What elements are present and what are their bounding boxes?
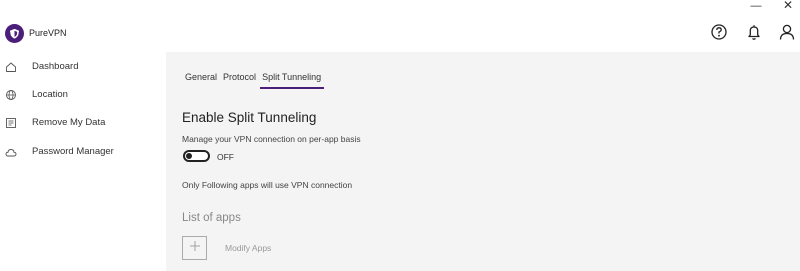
tab-split-tunneling[interactable]: Split Tunneling <box>260 72 325 90</box>
sidebar-item-label: Password Manager <box>32 145 114 157</box>
add-app-button[interactable] <box>182 236 207 260</box>
tab-protocol[interactable]: Protocol <box>223 72 256 90</box>
sidebar: Dashboard Location Remove My Data Passwo… <box>0 52 166 271</box>
toggle-knob <box>186 153 192 159</box>
sidebar-item-dashboard[interactable]: Dashboard <box>0 55 166 77</box>
app-brand: PureVPN <box>5 23 67 43</box>
home-icon <box>5 60 17 72</box>
sidebar-item-label: Remove My Data <box>32 116 106 128</box>
sidebar-item-password-manager[interactable]: Password Manager <box>0 140 166 162</box>
section-title: Enable Split Tunneling <box>182 110 317 125</box>
minimize-button[interactable]: — <box>746 1 766 15</box>
apps-list-heading: List of apps <box>182 212 241 224</box>
sidebar-item-label: Location <box>32 88 68 100</box>
section-description: Manage your VPN connection on per-app ba… <box>182 134 361 144</box>
help-icon[interactable] <box>709 22 729 42</box>
bell-icon[interactable] <box>744 22 764 42</box>
app-title: PureVPN <box>29 28 67 38</box>
modify-apps-link[interactable]: Modify Apps <box>225 243 271 253</box>
user-icon[interactable] <box>777 22 797 42</box>
cloud-lock-icon <box>5 145 17 157</box>
settings-tabs: General Protocol Split Tunneling <box>185 72 327 90</box>
window-controls: — ✕ <box>680 0 800 14</box>
tab-general[interactable]: General <box>185 72 217 90</box>
settings-panel: General Protocol Split Tunneling Enable … <box>166 52 800 271</box>
sidebar-item-remove-my-data[interactable]: Remove My Data <box>0 111 166 133</box>
data-icon <box>5 116 17 128</box>
info-text: Only Following apps will use VPN connect… <box>182 180 353 190</box>
close-button[interactable]: ✕ <box>778 0 798 14</box>
sidebar-item-location[interactable]: Location <box>0 83 166 105</box>
purevpn-shield-icon <box>5 23 24 43</box>
sidebar-item-label: Dashboard <box>32 60 79 72</box>
globe-icon <box>5 88 17 100</box>
split-tunneling-toggle[interactable] <box>183 150 210 162</box>
plus-icon <box>189 239 201 257</box>
toggle-state-label: OFF <box>217 152 234 162</box>
